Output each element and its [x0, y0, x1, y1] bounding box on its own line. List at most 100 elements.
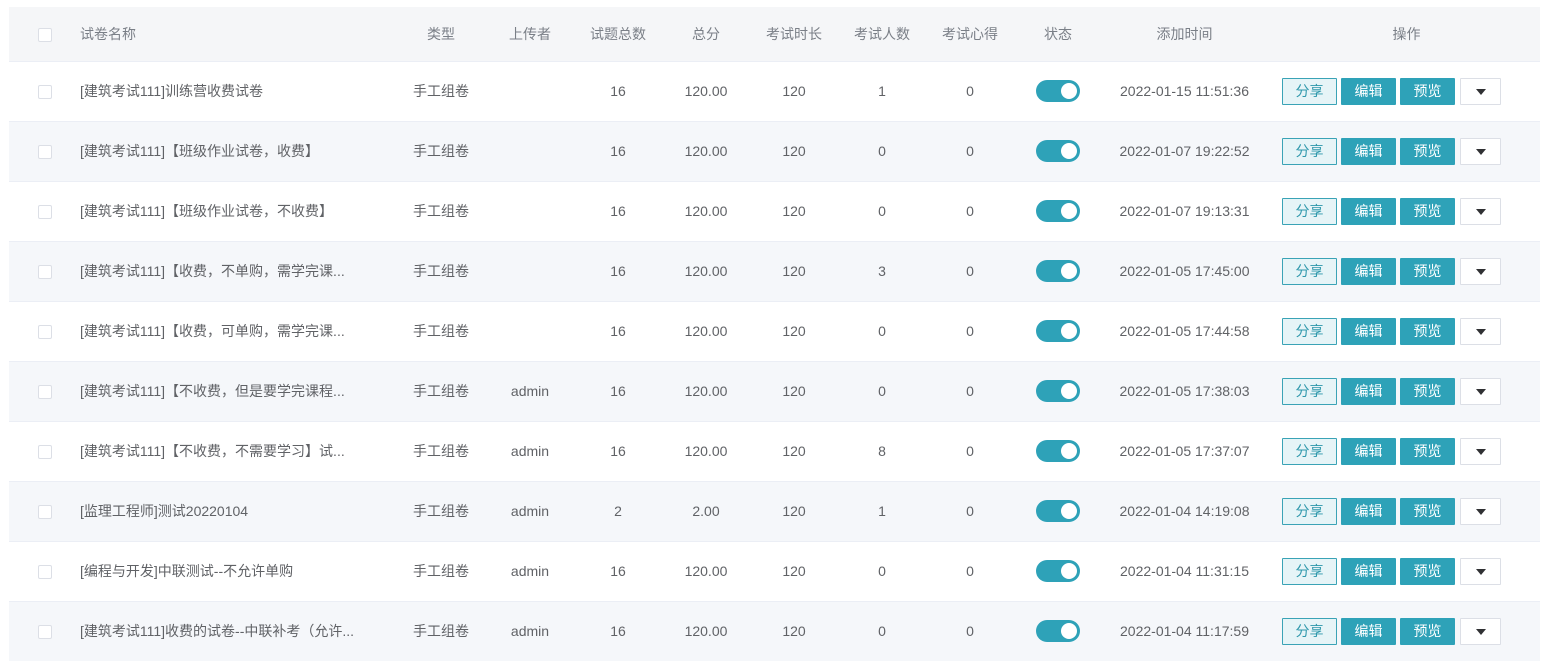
row-checkbox[interactable]: [37, 505, 52, 520]
paper-experience: 0: [966, 263, 974, 279]
more-dropdown-button[interactable]: [1460, 317, 1501, 345]
row-select-cell: [9, 361, 80, 421]
preview-button[interactable]: 预览: [1400, 137, 1455, 165]
share-button[interactable]: 分享: [1282, 257, 1337, 285]
status-toggle[interactable]: [1036, 500, 1080, 522]
paper-name[interactable]: [建筑考试111]训练营收费试卷: [80, 81, 380, 101]
paper-name[interactable]: [建筑考试111]【不收费，但是要学完课程...: [80, 381, 380, 401]
paper-name[interactable]: [建筑考试111]收费的试卷--中联补考（允许...: [80, 621, 380, 641]
edit-button[interactable]: 编辑: [1341, 197, 1396, 225]
more-dropdown-button[interactable]: [1460, 77, 1501, 105]
row-checkbox[interactable]: [37, 625, 52, 640]
row-checkbox[interactable]: [37, 85, 52, 100]
preview-button[interactable]: 预览: [1400, 617, 1455, 645]
preview-button[interactable]: 预览: [1400, 257, 1455, 285]
status-toggle[interactable]: [1036, 320, 1080, 342]
share-button[interactable]: 分享: [1282, 497, 1337, 525]
share-button[interactable]: 分享: [1282, 137, 1337, 165]
edit-button[interactable]: 编辑: [1341, 617, 1396, 645]
preview-button[interactable]: 预览: [1400, 377, 1455, 405]
share-button[interactable]: 分享: [1282, 617, 1337, 645]
paper-examinees: 0: [878, 323, 886, 339]
status-toggle[interactable]: [1036, 80, 1080, 102]
toggle-knob: [1061, 203, 1077, 219]
more-dropdown-button[interactable]: [1460, 497, 1501, 525]
share-button[interactable]: 分享: [1282, 377, 1337, 405]
row-checkbox[interactable]: [37, 265, 52, 280]
more-dropdown-button[interactable]: [1460, 197, 1501, 225]
row-checkbox[interactable]: [37, 325, 52, 340]
share-button[interactable]: 分享: [1282, 77, 1337, 105]
paper-uploader: [492, 181, 568, 241]
table-row: [监理工程师]测试20220104 手工组卷 admin 2 2.00 120 …: [9, 481, 1540, 541]
row-checkbox[interactable]: [37, 385, 52, 400]
preview-button[interactable]: 预览: [1400, 197, 1455, 225]
paper-experience: 0: [966, 383, 974, 399]
table-body: [建筑考试111]训练营收费试卷 手工组卷 16 120.00 120 1 0 …: [9, 61, 1540, 661]
select-all-checkbox[interactable]: [37, 27, 52, 42]
paper-duration: 120: [782, 143, 806, 159]
edit-button[interactable]: 编辑: [1341, 437, 1396, 465]
more-dropdown-button[interactable]: [1460, 437, 1501, 465]
paper-total-questions: 16: [610, 563, 626, 579]
paper-name[interactable]: [监理工程师]测试20220104: [80, 501, 380, 521]
status-toggle[interactable]: [1036, 560, 1080, 582]
preview-button[interactable]: 预览: [1400, 497, 1455, 525]
row-checkbox[interactable]: [37, 565, 52, 580]
more-dropdown-button[interactable]: [1460, 377, 1501, 405]
paper-name[interactable]: [建筑考试111]【班级作业试卷，收费】: [80, 141, 380, 161]
preview-button[interactable]: 预览: [1400, 437, 1455, 465]
row-checkbox[interactable]: [37, 205, 52, 220]
edit-button[interactable]: 编辑: [1341, 497, 1396, 525]
edit-button[interactable]: 编辑: [1341, 257, 1396, 285]
status-toggle[interactable]: [1036, 260, 1080, 282]
status-toggle[interactable]: [1036, 200, 1080, 222]
triangle-down-icon: [1476, 268, 1486, 275]
row-select-cell: [9, 421, 80, 481]
paper-name-cell: [建筑考试111]【不收费，但是要学完课程...: [80, 361, 390, 421]
share-button[interactable]: 分享: [1282, 557, 1337, 585]
status-toggle[interactable]: [1036, 620, 1080, 643]
preview-button[interactable]: 预览: [1400, 557, 1455, 585]
share-button[interactable]: 分享: [1282, 437, 1337, 465]
row-checkbox[interactable]: [37, 145, 52, 160]
status-toggle[interactable]: [1036, 440, 1080, 462]
row-checkbox[interactable]: [37, 445, 52, 460]
paper-name[interactable]: [建筑考试111]【收费，不单购，需学完课...: [80, 261, 380, 281]
header-total-questions: 试题总数: [590, 25, 646, 42]
paper-name-cell: [建筑考试111]训练营收费试卷: [80, 61, 390, 121]
header-name: 试卷名称: [80, 25, 136, 42]
paper-name[interactable]: [建筑考试111]【收费，可单购，需学完课...: [80, 321, 380, 341]
status-toggle[interactable]: [1036, 380, 1080, 402]
preview-button[interactable]: 预览: [1400, 317, 1455, 345]
share-button[interactable]: 分享: [1282, 197, 1337, 225]
preview-button[interactable]: 预览: [1400, 77, 1455, 105]
paper-type: 手工组卷: [413, 503, 469, 519]
paper-type: 手工组卷: [413, 383, 469, 399]
status-toggle[interactable]: [1036, 140, 1080, 162]
paper-total-score: 120.00: [684, 443, 728, 459]
toggle-knob: [1061, 443, 1077, 459]
edit-button[interactable]: 编辑: [1341, 377, 1396, 405]
edit-button[interactable]: 编辑: [1341, 557, 1396, 585]
paper-name[interactable]: [建筑考试111]【不收费，不需要学习】试...: [80, 441, 380, 461]
edit-button[interactable]: 编辑: [1341, 137, 1396, 165]
table-row: [建筑考试111]【班级作业试卷，不收费】 手工组卷 16 120.00 120…: [9, 181, 1540, 241]
paper-added-time: 2022-01-04 14:19:08: [1119, 503, 1250, 519]
paper-total-questions: 16: [610, 323, 626, 339]
more-dropdown-button[interactable]: [1460, 557, 1501, 585]
edit-button[interactable]: 编辑: [1341, 77, 1396, 105]
paper-type: 手工组卷: [413, 623, 469, 640]
paper-name[interactable]: [编程与开发]中联测试--不允许单购: [80, 561, 380, 581]
row-select-cell: [9, 181, 80, 241]
share-button[interactable]: 分享: [1282, 317, 1337, 345]
more-dropdown-button[interactable]: [1460, 137, 1501, 165]
more-dropdown-button[interactable]: [1460, 617, 1501, 645]
header-type: 类型: [427, 25, 455, 42]
status-cell: [1020, 181, 1096, 241]
header-uploader: 上传者: [509, 25, 551, 42]
more-dropdown-button[interactable]: [1460, 257, 1501, 285]
edit-button[interactable]: 编辑: [1341, 317, 1396, 345]
paper-name[interactable]: [建筑考试111]【班级作业试卷，不收费】: [80, 201, 380, 221]
paper-total-questions: 16: [610, 383, 626, 399]
